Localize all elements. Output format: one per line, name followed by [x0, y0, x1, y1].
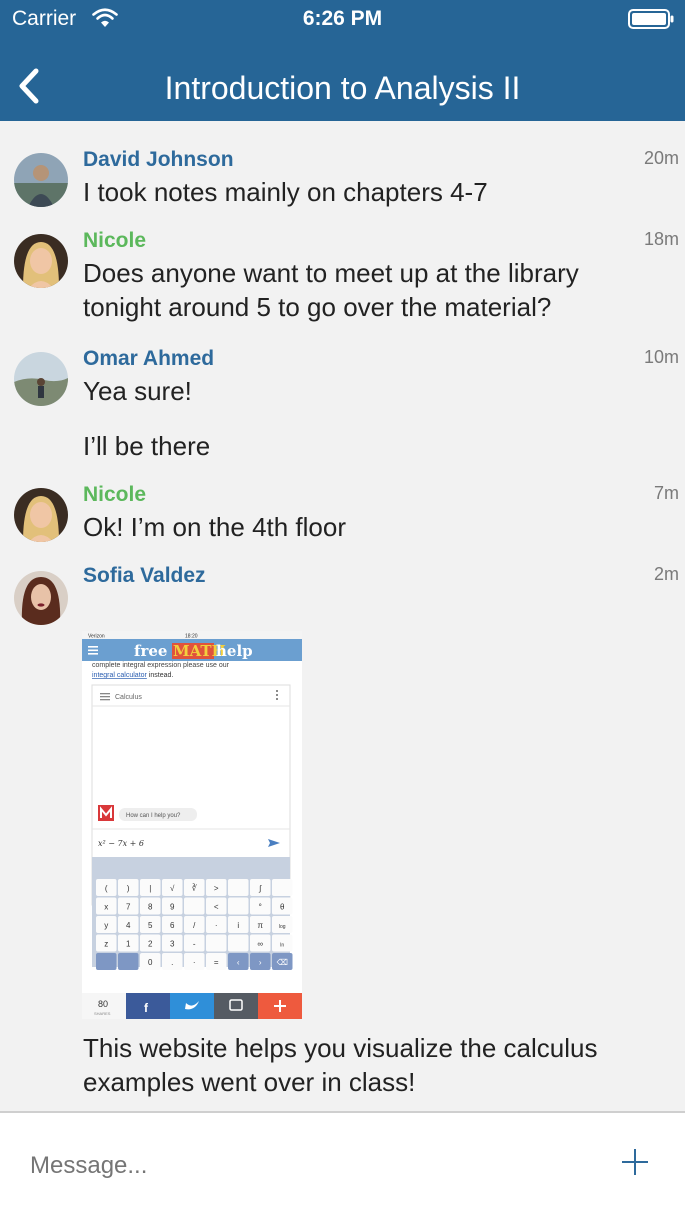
sender-name: Omar Ahmed [83, 347, 215, 370]
svg-text:‹: ‹ [237, 958, 240, 967]
nav-header: Carrier 6:26 PM Introduction to Analysis… [0, 0, 685, 121]
attachment-carrier: Verizon [88, 634, 105, 640]
svg-text:·: · [193, 958, 196, 967]
timestamp: 20m [643, 148, 679, 168]
message-composer [0, 1111, 685, 1220]
avatar[interactable] [14, 488, 68, 542]
message-input[interactable] [28, 1151, 592, 1181]
message-text: Does anyone want to meet up at the libra… [83, 258, 579, 322]
svg-text:°: ° [259, 903, 262, 912]
svg-text:.: . [171, 958, 173, 967]
sender-name: Sofia Valdez [83, 564, 206, 587]
avatar[interactable] [14, 352, 68, 406]
svg-text:log: log [279, 924, 286, 930]
svg-text:-: - [193, 940, 196, 949]
svg-text:i: i [237, 921, 239, 930]
svg-text:<: < [214, 903, 219, 912]
svg-text:8: 8 [148, 903, 153, 912]
attachment-link: integral calculator [92, 672, 148, 679]
svg-text:√: √ [170, 884, 175, 893]
status-bar: Carrier 6:26 PM [0, 0, 685, 40]
message-list[interactable]: David Johnson 20m I took notes mainly on… [0, 121, 685, 1111]
svg-text:ln: ln [280, 943, 284, 949]
attachment-brand-help: help [216, 642, 253, 660]
svg-text:>: > [214, 884, 219, 893]
svg-text:3: 3 [170, 940, 175, 949]
svg-text:x: x [104, 903, 108, 912]
svg-text:·: · [215, 921, 218, 930]
avatar-photo-sofia [14, 571, 68, 625]
svg-text:6: 6 [170, 921, 175, 930]
timestamp: 18m [643, 229, 679, 249]
attachment-brand-free: free [134, 642, 167, 660]
page-title: Introduction to Analysis II [164, 70, 521, 106]
avatar-photo-omar [14, 352, 68, 406]
svg-text:π: π [257, 921, 263, 930]
svg-text:7: 7 [126, 903, 131, 912]
svg-text:⌫: ⌫ [277, 958, 288, 967]
svg-text:∛: ∛ [192, 883, 198, 893]
attachment-shares-label: SHARES [94, 1011, 111, 1016]
svg-text:=: = [214, 958, 219, 967]
svg-text:integral calculator instead.: integral calculator instead. [92, 672, 173, 679]
avatar[interactable] [14, 234, 68, 288]
attachment-expression: x² − 7x + 6 [98, 839, 144, 848]
message-text: Ok! I’m on the 4th floor [83, 512, 347, 542]
image-attachment[interactable]: Verizon 18:20 free MATH help complete in… [82, 631, 302, 1019]
svg-text:|: | [149, 884, 151, 893]
attachment-time: 18:20 [185, 634, 198, 640]
clock: 6:26 PM [302, 7, 383, 30]
svg-text:0: 0 [148, 958, 153, 967]
attachment-bot-prompt: How can I help you? [126, 813, 181, 819]
add-attachment-icon[interactable] [620, 1147, 650, 1177]
timestamp: 7m [653, 483, 679, 503]
attachment-keypad: () | √ ∛ > ∫x 7 8 9 < ° θy 4 5 6/· i π logz 1 2 3- ∞ ln0. · = ‹ › ⌫ [96, 879, 293, 970]
svg-text:(: ( [105, 884, 108, 893]
svg-text:›: › [259, 958, 262, 967]
svg-text:4: 4 [126, 921, 131, 930]
svg-text:1: 1 [126, 940, 131, 949]
attachment-shares-count: 80 [98, 999, 108, 1009]
timestamp: 10m [643, 347, 679, 367]
attachment-widget-label: Calculus [115, 694, 142, 701]
message-text: Yea sure! [83, 376, 192, 406]
svg-text:∞: ∞ [257, 940, 263, 949]
avatar[interactable] [14, 153, 68, 207]
attachment-preview: Verizon 18:20 free MATH help complete in… [82, 631, 302, 1019]
svg-text:z: z [104, 940, 108, 949]
sender-name: Nicole [83, 483, 147, 506]
svg-text:9: 9 [170, 903, 175, 912]
attachment-page-text: complete integral expression please use … [92, 662, 230, 669]
sender-name: Nicole [83, 229, 147, 252]
avatar-photo-nicole [14, 234, 68, 288]
message-text: I took notes mainly on chapters 4-7 [83, 177, 488, 207]
sender-name: David Johnson [83, 148, 234, 171]
avatar-photo-david [14, 153, 68, 207]
svg-text:): ) [127, 884, 130, 893]
timestamp: 2m [653, 564, 679, 584]
svg-text:2: 2 [148, 940, 153, 949]
message-text: This website helps you visualize the cal… [83, 1033, 598, 1097]
svg-text:y: y [104, 921, 108, 930]
avatar-photo-nicole [14, 488, 68, 542]
battery-icon [628, 9, 674, 29]
svg-text:5: 5 [148, 921, 153, 930]
message-text: I’ll be there [83, 431, 211, 461]
attachment-link-suffix: instead. [147, 672, 174, 679]
svg-text:θ: θ [280, 903, 285, 912]
avatar[interactable] [14, 571, 68, 625]
